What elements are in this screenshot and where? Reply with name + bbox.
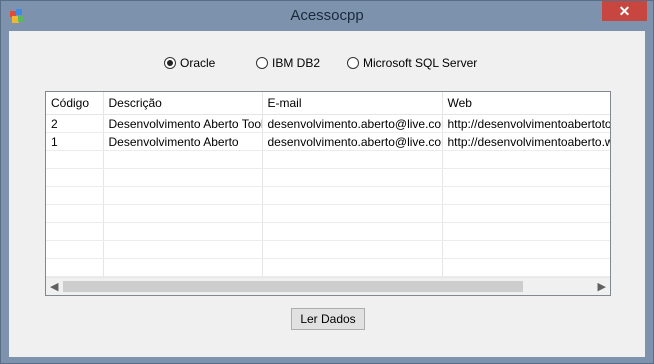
scroll-left-icon[interactable]: ◀ xyxy=(50,280,58,293)
title-bar[interactable]: Acessocpp ✕ xyxy=(1,1,653,31)
column-header-email[interactable]: E-mail xyxy=(262,92,443,115)
empty-row xyxy=(46,204,610,223)
close-button[interactable]: ✕ xyxy=(602,1,647,21)
radio-sql-server[interactable]: Microsoft SQL Server xyxy=(347,55,477,71)
empty-row xyxy=(46,222,610,241)
empty-row xyxy=(46,186,610,205)
table-row[interactable]: 1 Desenvolvimento Aberto desenvolvimento… xyxy=(46,132,610,151)
cell-descricao[interactable]: Desenvolvimento Aberto Tools xyxy=(103,114,263,133)
data-grid[interactable]: Código Descrição E-mail Web 2 Desenvolvi… xyxy=(45,91,611,296)
radio-ibm-db2[interactable]: IBM DB2 xyxy=(256,55,320,71)
client-area: Oracle IBM DB2 Microsoft SQL Server Códi… xyxy=(9,31,645,357)
database-radio-group: Oracle IBM DB2 Microsoft SQL Server xyxy=(9,55,645,73)
scroll-right-icon[interactable]: ▶ xyxy=(598,280,606,293)
cell-codigo[interactable]: 2 xyxy=(46,114,104,133)
radio-indicator xyxy=(256,57,268,69)
cell-email[interactable]: desenvolvimento.aberto@live.com xyxy=(262,114,443,133)
column-header-codigo[interactable]: Código xyxy=(46,92,104,115)
main-window: Acessocpp ✕ Oracle IBM DB2 Microsoft SQL… xyxy=(0,0,654,364)
window-title: Acessocpp xyxy=(290,7,364,24)
horizontal-scrollbar[interactable]: ◀ ▶ xyxy=(46,277,610,295)
empty-row xyxy=(46,150,610,169)
empty-row xyxy=(46,240,610,259)
table-row[interactable]: 2 Desenvolvimento Aberto Tools desenvolv… xyxy=(46,114,610,133)
column-header-web[interactable]: Web xyxy=(442,92,610,115)
scrollbar-thumb[interactable] xyxy=(63,281,523,292)
grid-table: Código Descrição E-mail Web 2 Desenvolvi… xyxy=(46,92,610,295)
radio-indicator-checked xyxy=(164,57,176,69)
close-icon: ✕ xyxy=(618,3,631,19)
empty-row xyxy=(46,168,610,187)
radio-label-oracle: Oracle xyxy=(180,56,216,70)
radio-label-sql-server: Microsoft SQL Server xyxy=(363,56,478,70)
cell-web[interactable]: http://desenvolvimentoaberto.wordpress.c… xyxy=(442,132,610,151)
cell-codigo[interactable]: 1 xyxy=(46,132,104,151)
radio-label-ibm-db2: IBM DB2 xyxy=(272,56,321,70)
empty-row xyxy=(46,258,610,277)
cell-descricao[interactable]: Desenvolvimento Aberto xyxy=(103,132,263,151)
read-data-button[interactable]: Ler Dados xyxy=(291,308,365,330)
cell-web[interactable]: http://desenvolvimentoabertotools xyxy=(442,114,610,133)
column-header-descricao[interactable]: Descrição xyxy=(103,92,263,115)
radio-indicator xyxy=(347,57,359,69)
radio-oracle[interactable]: Oracle xyxy=(164,55,215,71)
cell-email[interactable]: desenvolvimento.aberto@live.com xyxy=(262,132,443,151)
grid-header-row: Código Descrição E-mail Web xyxy=(46,92,610,115)
